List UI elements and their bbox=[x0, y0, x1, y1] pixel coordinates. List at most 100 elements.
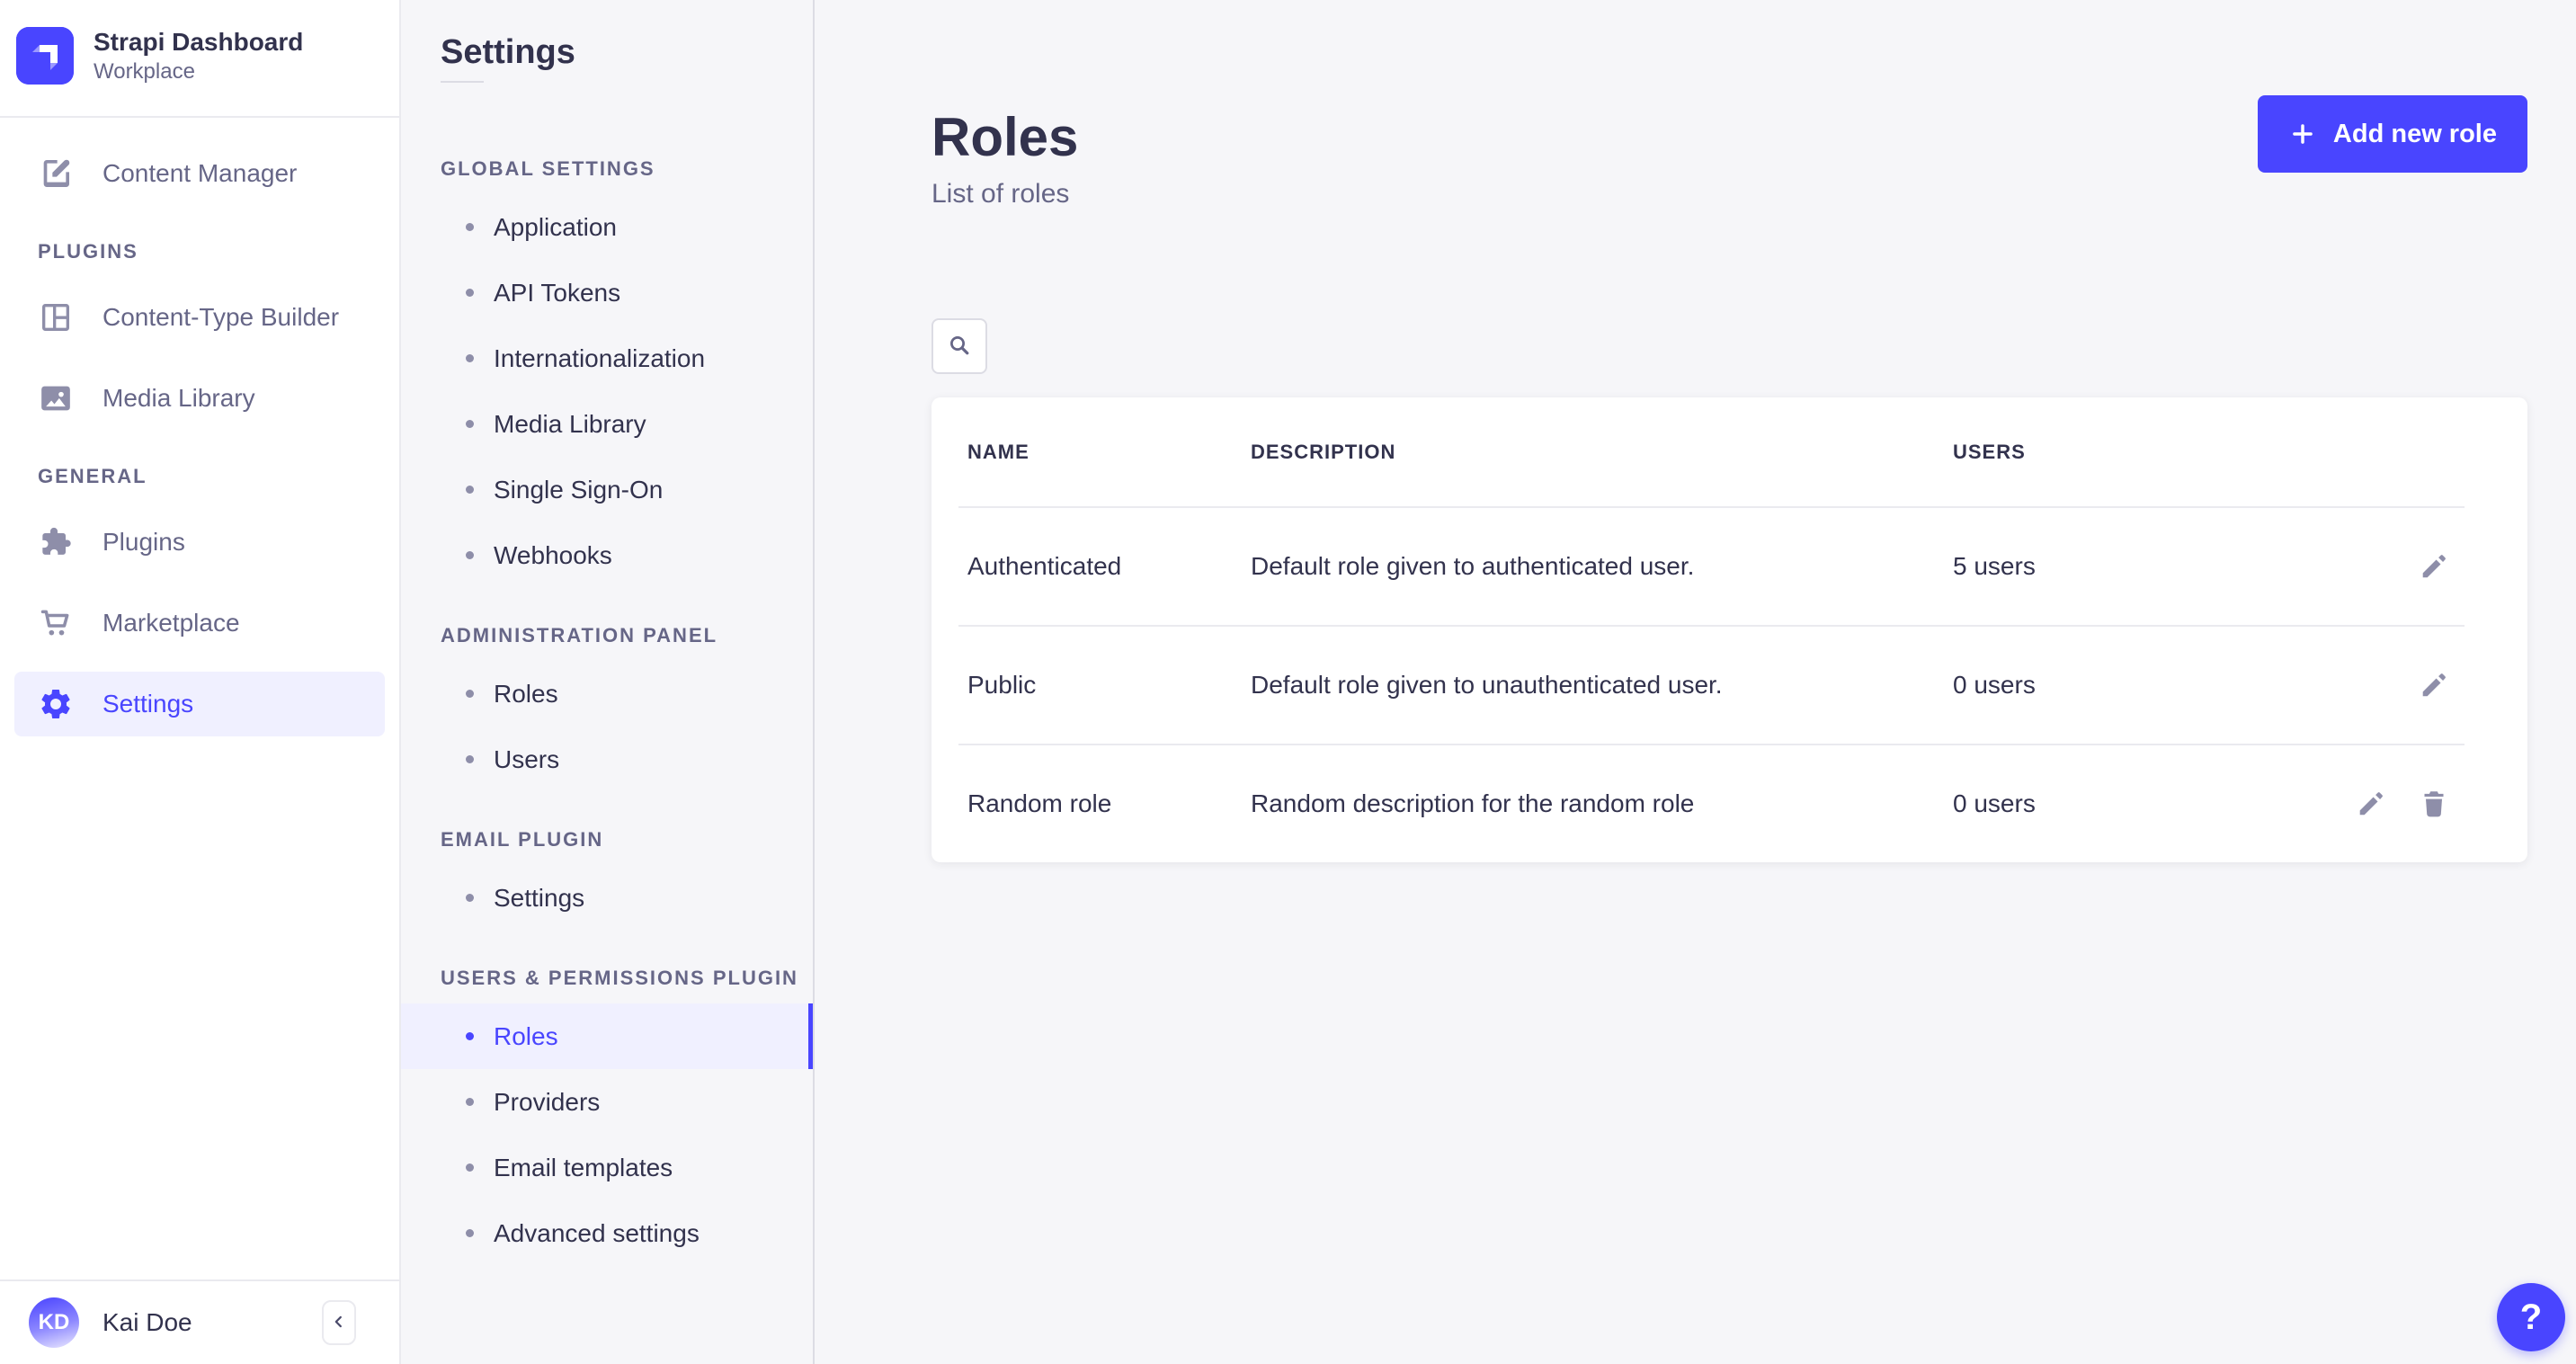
bullet-icon bbox=[466, 1098, 474, 1106]
page-subtitle: List of roles bbox=[931, 178, 1078, 210]
sidebar-item-media-library[interactable]: Media Library bbox=[14, 366, 385, 431]
subnav-item-users[interactable]: Users bbox=[401, 727, 813, 792]
table-header-row: NAMEDESCRIPTIONUSERS bbox=[931, 397, 2527, 506]
sidebar-nav: Content Manager PLUGINS Content-Type Bui… bbox=[0, 118, 399, 1279]
subnav-item-single-sign-on[interactable]: Single Sign-On bbox=[401, 457, 813, 522]
bullet-icon bbox=[466, 486, 474, 494]
subnav-item-roles[interactable]: Roles bbox=[401, 661, 813, 727]
subnav-section: EMAIL PLUGIN Settings bbox=[401, 828, 813, 931]
gear-icon bbox=[38, 686, 74, 722]
subnav-rule bbox=[441, 81, 484, 83]
sidebar-item-plugins[interactable]: Plugins bbox=[14, 510, 385, 575]
sidebar-item-content-type-builder[interactable]: Content-Type Builder bbox=[14, 285, 385, 350]
sidebar-section-header: GENERAL bbox=[38, 465, 399, 488]
help-button[interactable]: ? bbox=[2497, 1283, 2565, 1351]
brand[interactable]: Strapi Dashboard Workplace bbox=[0, 0, 399, 116]
sidebar-item-settings[interactable]: Settings bbox=[14, 672, 385, 736]
sidebar-item-marketplace[interactable]: Marketplace bbox=[14, 591, 385, 655]
role-name-cell: Authenticated bbox=[931, 552, 1251, 581]
page-header: Roles List of roles Add new role bbox=[931, 0, 2527, 210]
search-icon bbox=[946, 332, 973, 361]
role-description-cell: Default role given to authenticated user… bbox=[1251, 552, 1953, 581]
edit-role-button[interactable] bbox=[2418, 669, 2450, 701]
bullet-icon bbox=[466, 1163, 474, 1172]
role-name-cell: Random role bbox=[931, 789, 1251, 818]
role-name-cell: Public bbox=[931, 671, 1251, 700]
search-button[interactable] bbox=[931, 318, 987, 374]
add-new-role-button[interactable]: Add new role bbox=[2258, 95, 2527, 173]
edit-role-button[interactable] bbox=[2355, 788, 2387, 820]
subnav-item-label: Roles bbox=[494, 1022, 558, 1051]
sidebar-item-label: Content Manager bbox=[103, 159, 297, 188]
sidebar-item-label: Media Library bbox=[103, 384, 255, 413]
sidebar-item-label: Settings bbox=[103, 690, 193, 718]
images-icon bbox=[38, 380, 74, 416]
subnav-item-email-templates[interactable]: Email templates bbox=[401, 1135, 813, 1200]
bullet-icon bbox=[466, 223, 474, 231]
column-header-users: USERS bbox=[1953, 441, 2304, 464]
subnav-item-media-library[interactable]: Media Library bbox=[401, 391, 813, 457]
bullet-icon bbox=[466, 1229, 474, 1237]
subnav-item-label: Advanced settings bbox=[494, 1219, 700, 1248]
table-row-public[interactable]: PublicDefault role given to unauthentica… bbox=[931, 627, 2527, 744]
roles-table-card: NAMEDESCRIPTIONUSERS AuthenticatedDefaul… bbox=[931, 397, 2527, 862]
subnav-item-application[interactable]: Application bbox=[401, 194, 813, 260]
row-actions bbox=[2304, 669, 2528, 701]
avatar[interactable]: KD bbox=[29, 1297, 79, 1348]
subnav-section: ADMINISTRATION PANEL Roles Users bbox=[401, 624, 813, 792]
main-content: Roles List of roles Add new role NAMEDES… bbox=[815, 0, 2576, 1364]
sidebar-item-label: Content-Type Builder bbox=[103, 303, 339, 332]
brand-text: Strapi Dashboard Workplace bbox=[94, 27, 303, 85]
brand-title: Strapi Dashboard bbox=[94, 27, 303, 58]
main-sidebar: Strapi Dashboard Workplace Content Manag… bbox=[0, 0, 401, 1364]
column-header-description: DESCRIPTION bbox=[1251, 441, 1953, 464]
subnav-section-header: ADMINISTRATION PANEL bbox=[441, 624, 813, 647]
role-users-cell: 5 users bbox=[1953, 552, 2304, 581]
subnav-item-roles[interactable]: Roles bbox=[401, 1003, 813, 1069]
layout-icon bbox=[38, 299, 74, 335]
cart-icon bbox=[38, 605, 74, 641]
subnav-item-internationalization[interactable]: Internationalization bbox=[401, 325, 813, 391]
bullet-icon bbox=[466, 551, 474, 559]
bullet-icon bbox=[466, 755, 474, 763]
subnav-item-api-tokens[interactable]: API Tokens bbox=[401, 260, 813, 325]
collapse-sidebar-button[interactable] bbox=[322, 1300, 356, 1345]
table-row-random-role[interactable]: Random roleRandom description for the ra… bbox=[931, 745, 2527, 862]
bullet-icon bbox=[466, 420, 474, 428]
subnav-item-advanced-settings[interactable]: Advanced settings bbox=[401, 1200, 813, 1266]
app-root: Strapi Dashboard Workplace Content Manag… bbox=[0, 0, 2576, 1364]
sidebar-item-label: Plugins bbox=[103, 528, 185, 557]
bullet-icon bbox=[466, 690, 474, 698]
bullet-icon bbox=[466, 1032, 474, 1040]
table-row-authenticated[interactable]: AuthenticatedDefault role given to authe… bbox=[931, 508, 2527, 625]
subnav-item-label: Single Sign-On bbox=[494, 476, 663, 504]
subnav-item-webhooks[interactable]: Webhooks bbox=[401, 522, 813, 588]
bullet-icon bbox=[466, 289, 474, 297]
subnav-item-label: Email templates bbox=[494, 1154, 673, 1182]
plus-icon bbox=[2288, 120, 2317, 148]
role-users-cell: 0 users bbox=[1953, 789, 2304, 818]
row-actions bbox=[2304, 550, 2528, 583]
sidebar-item-content-manager[interactable]: Content Manager bbox=[14, 141, 385, 206]
delete-role-button[interactable] bbox=[2418, 788, 2450, 820]
subnav-sections: GLOBAL SETTINGS Application API Tokens I… bbox=[401, 157, 813, 1266]
brand-subtitle: Workplace bbox=[94, 58, 303, 85]
pencil-icon bbox=[2418, 669, 2450, 701]
subnav-section: USERS & PERMISSIONS PLUGIN Roles Provide… bbox=[401, 967, 813, 1266]
subnav-item-label: Providers bbox=[494, 1088, 600, 1117]
search-row bbox=[931, 318, 2527, 374]
subnav-item-label: Roles bbox=[494, 680, 558, 709]
trash-icon bbox=[2418, 788, 2450, 820]
edit-role-button[interactable] bbox=[2418, 550, 2450, 583]
subnav-section-header: GLOBAL SETTINGS bbox=[441, 157, 813, 181]
subnav-item-label: Internationalization bbox=[494, 344, 705, 373]
user-name: Kai Doe bbox=[103, 1308, 192, 1337]
bullet-icon bbox=[466, 354, 474, 362]
role-users-cell: 0 users bbox=[1953, 671, 2304, 700]
sidebar-item-label: Marketplace bbox=[103, 609, 240, 637]
sidebar-footer: KD Kai Doe bbox=[0, 1279, 399, 1364]
subnav-item-settings[interactable]: Settings bbox=[401, 865, 813, 931]
settings-subnav: Settings GLOBAL SETTINGS Application API… bbox=[401, 0, 815, 1364]
subnav-item-providers[interactable]: Providers bbox=[401, 1069, 813, 1135]
row-actions bbox=[2304, 788, 2528, 820]
